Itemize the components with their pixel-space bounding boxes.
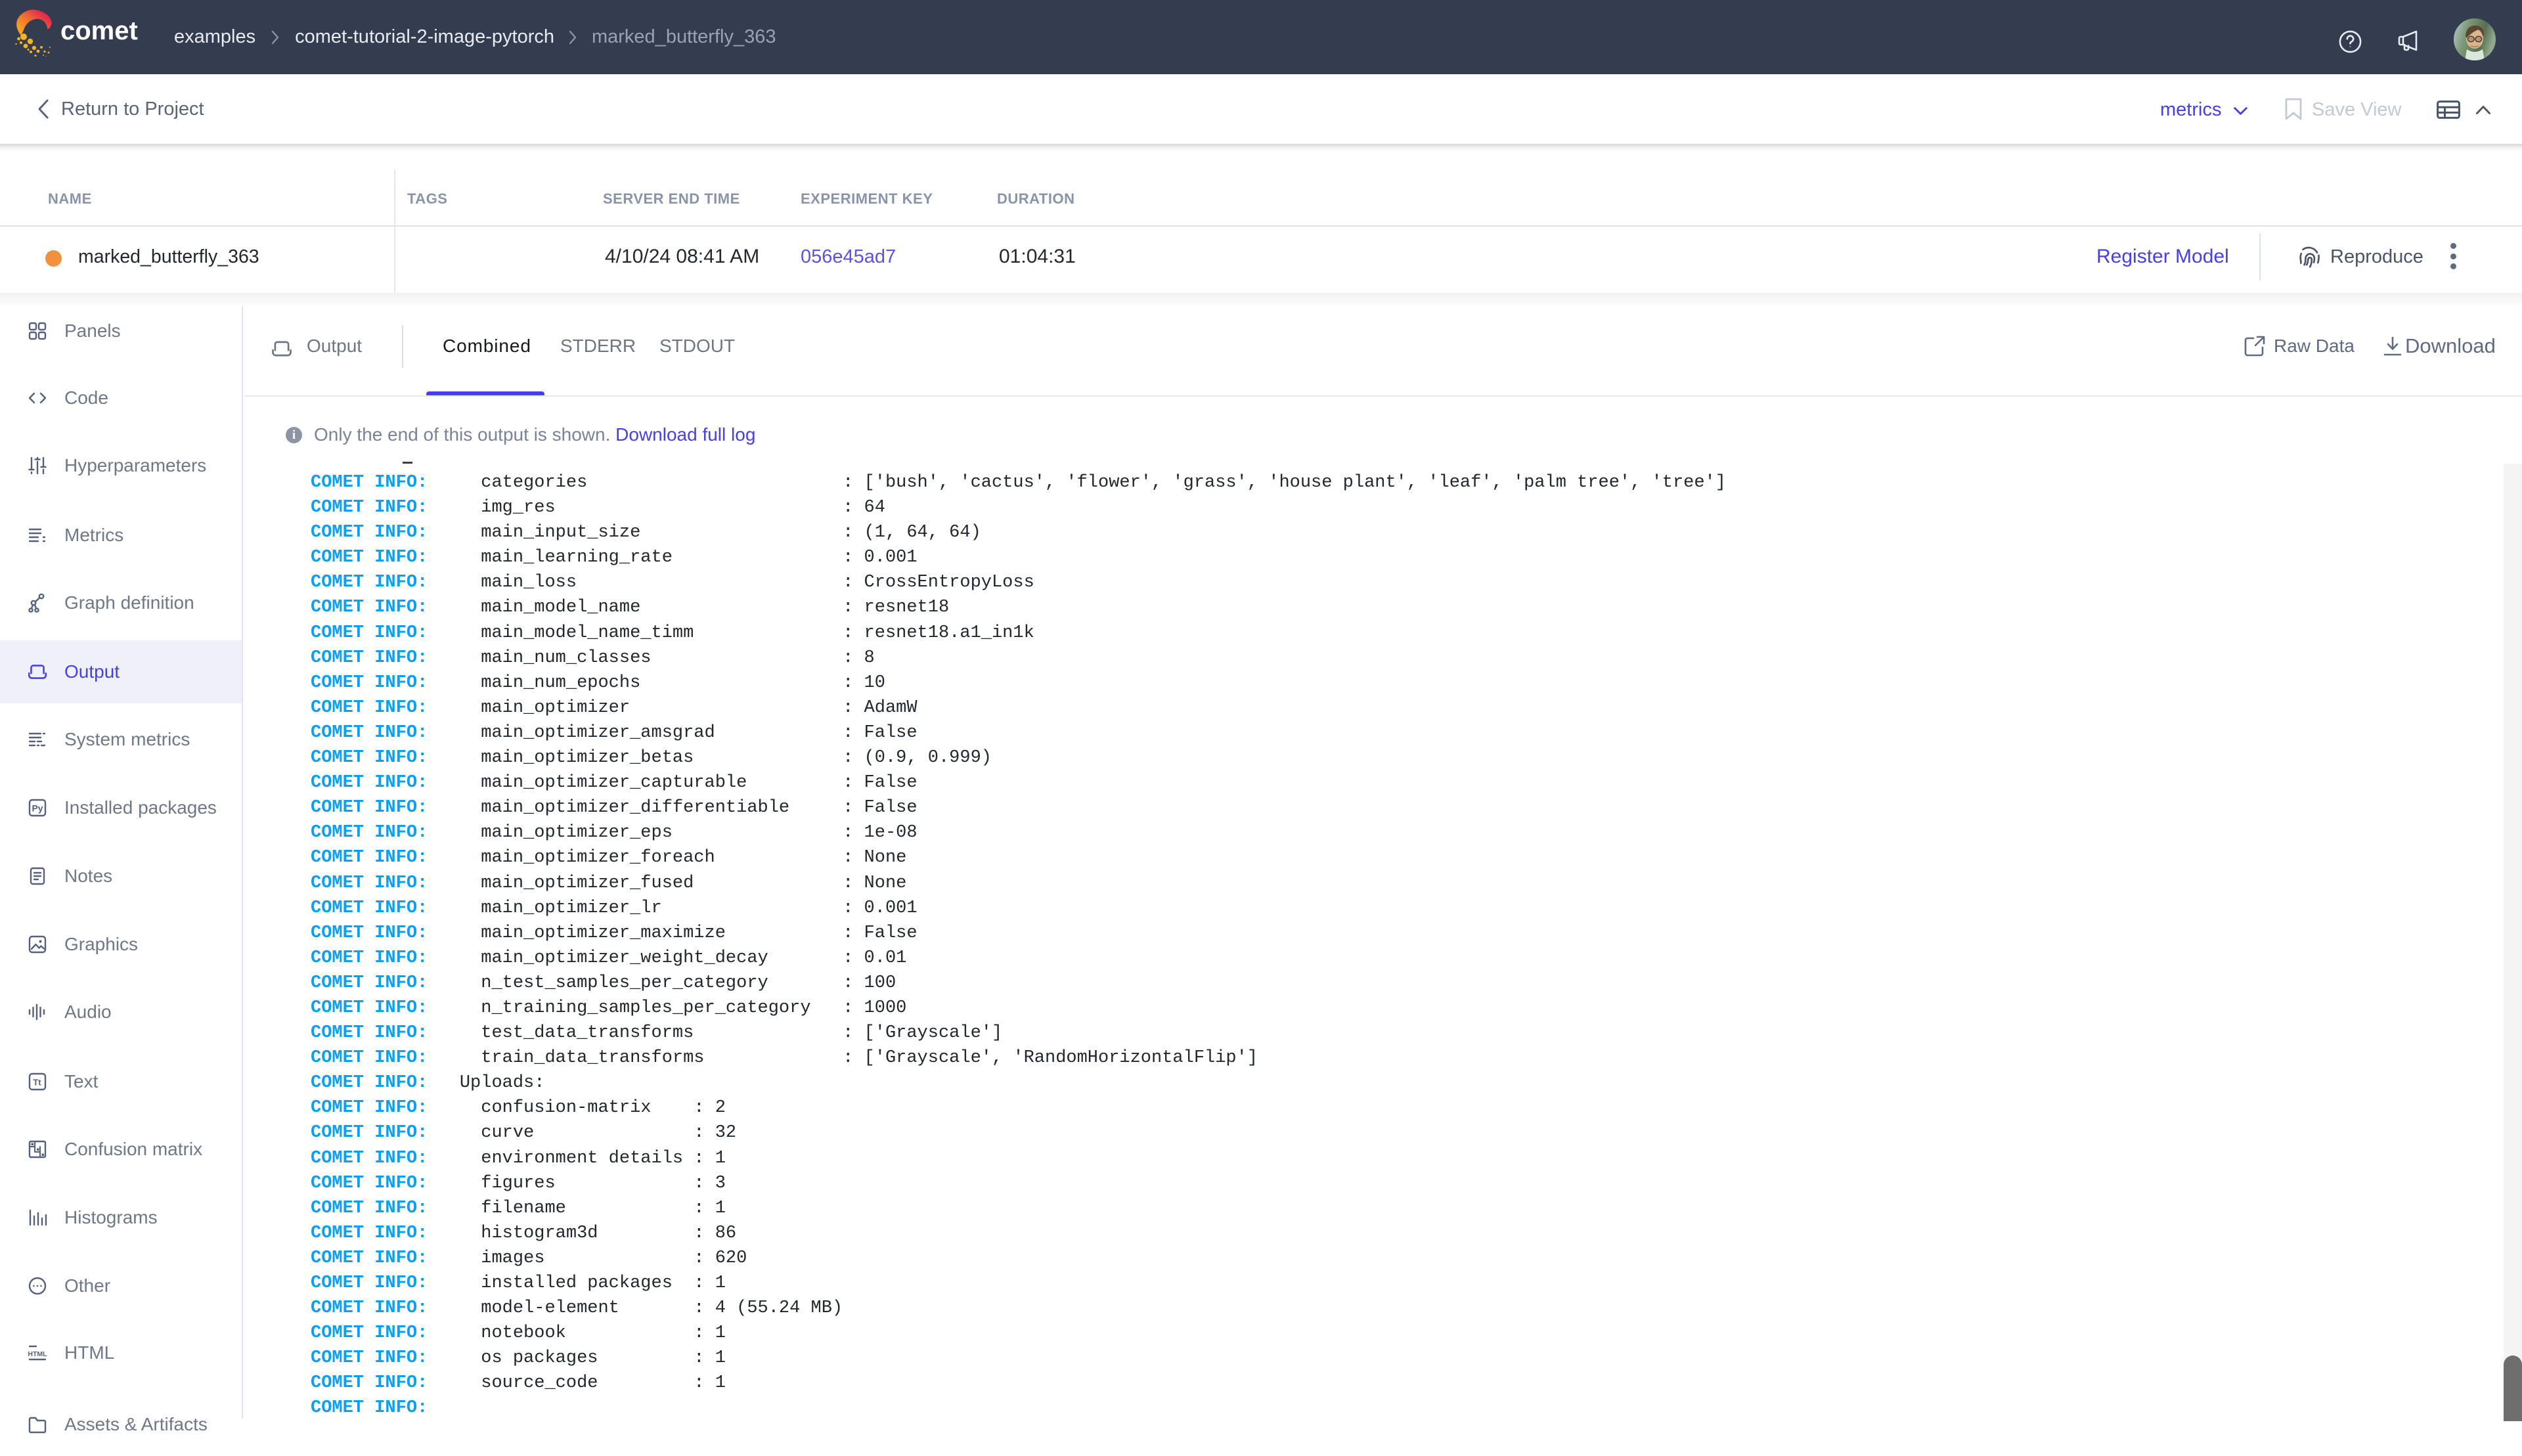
svg-text:Py: Py [32,803,43,814]
svg-text:Tt: Tt [33,1078,41,1088]
svg-text:HTML: HTML [28,1350,47,1358]
